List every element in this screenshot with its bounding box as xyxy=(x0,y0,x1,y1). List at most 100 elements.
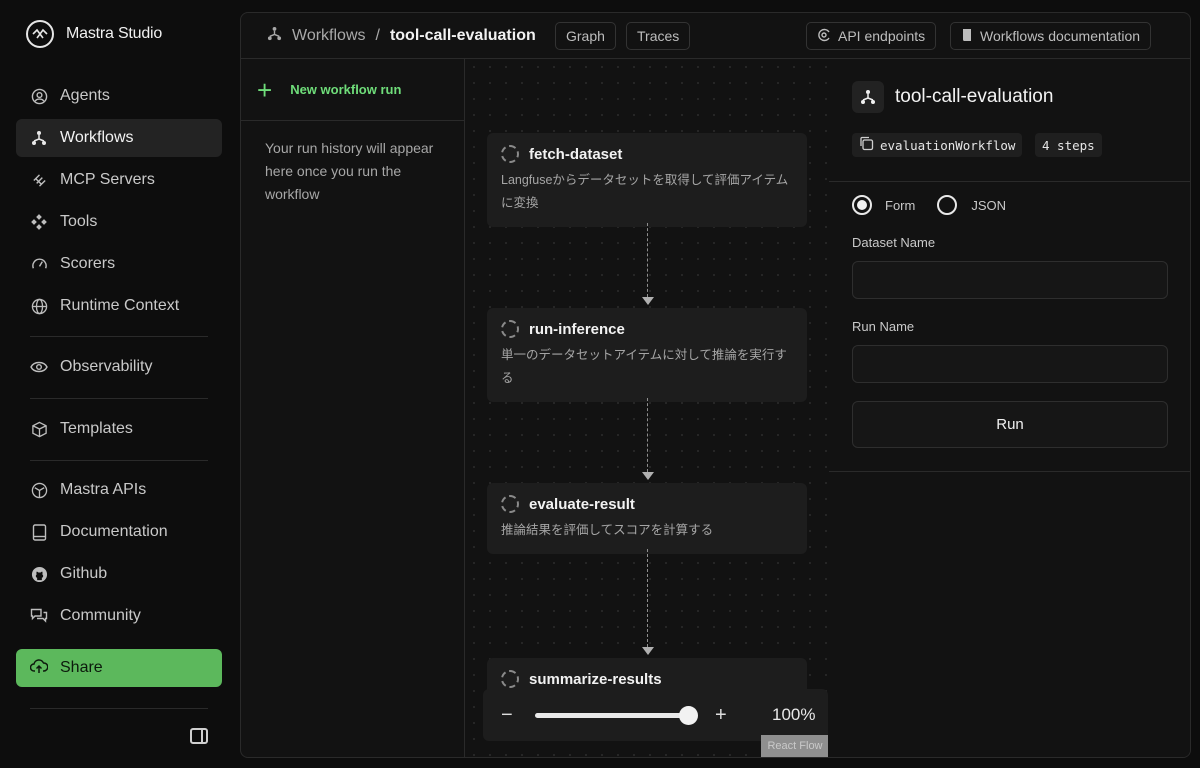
react-flow-attribution[interactable]: React Flow xyxy=(761,735,828,757)
zoom-slider-handle[interactable] xyxy=(679,706,698,725)
mcp-icon xyxy=(30,171,48,189)
sidebar-divider xyxy=(30,398,208,399)
api-endpoints-icon xyxy=(817,28,831,45)
zoom-slider-track[interactable] xyxy=(535,713,690,718)
tab-traces[interactable]: Traces xyxy=(626,22,691,50)
sidebar-item-label: Templates xyxy=(60,420,133,437)
breadcrumb-workflows[interactable]: Workflows xyxy=(292,27,366,45)
json-radio-label: JSON xyxy=(971,197,1007,213)
sidebar-item-scorers[interactable]: Scorers xyxy=(16,245,222,283)
dataset-name-label: Dataset Name xyxy=(852,235,936,250)
pending-status-icon xyxy=(501,670,519,688)
zoom-out-button[interactable]: − xyxy=(501,704,513,727)
workflow-step-node[interactable]: evaluate-result 推論結果を評価してスコアを計算する xyxy=(487,483,807,554)
book-icon xyxy=(30,523,48,541)
gauge-icon xyxy=(30,255,48,273)
sidebar-item-label: Scorers xyxy=(60,255,116,272)
workflows-documentation-button[interactable]: Workflows documentation xyxy=(950,22,1152,50)
sidebar-item-mastra-apis[interactable]: Mastra APIs xyxy=(16,471,222,509)
github-icon xyxy=(30,565,48,583)
sidebar-divider xyxy=(30,708,208,709)
sidebar-item-runtime-context[interactable]: Runtime Context xyxy=(16,287,222,325)
breadcrumb-current: tool-call-evaluation xyxy=(389,27,536,44)
workflow-graph-canvas[interactable]: fetch-dataset Langfuseからデータセットを取得して評価アイテ… xyxy=(466,59,828,757)
app-root: Mastra Studio Agents Workflows MCP Serve… xyxy=(0,0,1200,768)
sidebar-item-community[interactable]: Community xyxy=(16,597,222,635)
sidebar-item-templates[interactable]: Templates xyxy=(16,410,222,448)
pending-status-icon xyxy=(501,495,519,513)
sidebar-item-label: Agents xyxy=(60,87,110,104)
sidebar-toggle-icon[interactable] xyxy=(190,728,208,744)
sidebar-item-workflows[interactable]: Workflows xyxy=(16,119,222,157)
sidebar-item-agents[interactable]: Agents xyxy=(16,77,222,115)
mastra-logo-icon xyxy=(26,20,54,48)
sidebar-item-tools[interactable]: Tools xyxy=(16,203,222,241)
run-name-input[interactable] xyxy=(852,345,1168,383)
workflows-documentation-label: Workflows documentation xyxy=(980,28,1141,44)
sidebar-divider xyxy=(30,460,208,461)
tools-icon xyxy=(30,213,48,231)
brand[interactable]: Mastra Studio xyxy=(26,20,162,48)
sidebar-item-documentation[interactable]: Documentation xyxy=(16,513,222,551)
panel-title: tool-call-evaluation xyxy=(852,81,1053,113)
sidebar-item-label: Github xyxy=(60,565,108,582)
steps-count: 4 steps xyxy=(1042,137,1095,153)
step-description: 推論結果を評価してスコアを計算する xyxy=(501,523,714,537)
share-label: Share xyxy=(60,659,103,676)
globe-icon xyxy=(30,297,48,315)
pending-status-icon xyxy=(501,320,519,338)
step-name: fetch-dataset xyxy=(529,145,623,163)
cloud-upload-icon xyxy=(29,658,49,679)
sidebar-item-label: Documentation xyxy=(60,523,168,540)
workflow-id: evaluationWorkflow xyxy=(880,137,1016,153)
graph-edge xyxy=(647,398,648,472)
app-name: Mastra Studio xyxy=(66,25,163,42)
step-description: 単一のデータセットアイテムに対して推論を実行する xyxy=(501,348,787,385)
sidebar-item-label: Observability xyxy=(60,358,153,375)
input-mode-selector: Form JSON xyxy=(852,195,1006,215)
pending-status-icon xyxy=(501,145,519,163)
agent-icon xyxy=(30,87,48,105)
book-icon xyxy=(961,28,973,45)
form-radio[interactable] xyxy=(852,195,872,215)
workflow-step-node[interactable]: fetch-dataset Langfuseからデータセットを取得して評価アイテ… xyxy=(487,133,807,227)
sidebar-item-observability[interactable]: Observability xyxy=(16,348,222,386)
sidebar: Mastra Studio Agents Workflows MCP Serve… xyxy=(0,0,238,768)
workflow-id-chip[interactable]: evaluationWorkflow xyxy=(852,133,1023,157)
step-description: Langfuseからデータセットを取得して評価アイテムに変換 xyxy=(501,173,789,210)
workflow-title: tool-call-evaluation xyxy=(895,86,1054,107)
edge-arrow-icon xyxy=(642,472,654,480)
sidebar-item-github[interactable]: Github xyxy=(16,555,222,593)
new-workflow-run-button[interactable]: + New workflow run xyxy=(241,59,464,121)
breadcrumb: Workflows / tool-call-evaluation xyxy=(267,26,536,46)
run-button[interactable]: Run xyxy=(852,401,1168,448)
sidebar-item-mcp-servers[interactable]: MCP Servers xyxy=(16,161,222,199)
share-button[interactable]: Share xyxy=(16,649,222,687)
new-workflow-run-label: New workflow run xyxy=(290,82,402,97)
zoom-in-button[interactable]: + xyxy=(715,704,727,727)
sidebar-item-label: Workflows xyxy=(60,129,134,146)
sidebar-item-label: Mastra APIs xyxy=(60,481,147,498)
cube-icon xyxy=(30,420,48,438)
run-name-label: Run Name xyxy=(852,319,915,334)
run-history-panel: + New workflow run Your run history will… xyxy=(241,59,465,757)
top-bar: Workflows / tool-call-evaluation Graph T… xyxy=(241,13,1190,59)
panel-divider xyxy=(829,181,1190,182)
run-history-empty-text: Your run history will appear here once y… xyxy=(265,140,434,202)
workflow-icon xyxy=(30,129,48,147)
panel-divider xyxy=(829,471,1190,472)
tab-graph[interactable]: Graph xyxy=(555,22,616,50)
run-form-panel: tool-call-evaluation evaluationWorkflow … xyxy=(829,59,1190,757)
graph-edge xyxy=(647,549,648,647)
dataset-name-input[interactable] xyxy=(852,261,1168,299)
json-radio[interactable] xyxy=(937,195,958,215)
api-icon xyxy=(30,481,48,499)
tab-traces-label: Traces xyxy=(637,28,680,44)
api-endpoints-button[interactable]: API endpoints xyxy=(806,22,937,50)
step-name: summarize-results xyxy=(529,670,662,688)
copy-icon[interactable] xyxy=(859,136,874,154)
zoom-level: 100% xyxy=(772,705,816,724)
workflow-step-node[interactable]: run-inference 単一のデータセットアイテムに対して推論を実行する xyxy=(487,308,807,402)
tab-graph-label: Graph xyxy=(566,28,605,44)
plus-icon: + xyxy=(257,74,273,105)
